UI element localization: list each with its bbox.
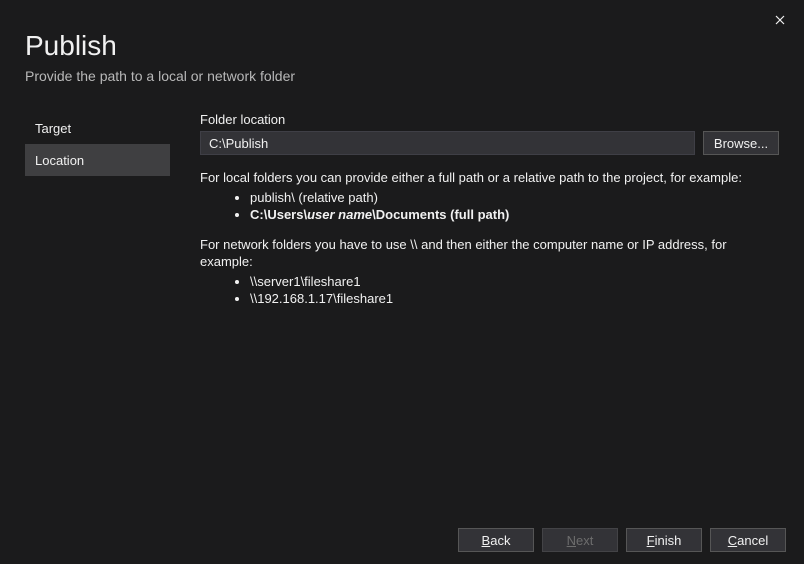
help-local-example-full: C:\Users\user name\Documents (full path) <box>250 206 779 224</box>
close-button[interactable] <box>768 8 792 32</box>
dialog-title: Publish <box>25 30 779 62</box>
sidebar-item-location[interactable]: Location <box>25 144 170 176</box>
help-local-example-relative: publish\ (relative path) <box>250 189 779 207</box>
help-network-intro: For network folders you have to use \\ a… <box>200 236 779 271</box>
sidebar-item-label: Location <box>35 153 84 168</box>
sidebar-item-target[interactable]: Target <box>25 112 170 144</box>
close-icon <box>775 12 785 28</box>
help-network-example-name: \\server1\fileshare1 <box>250 273 779 291</box>
sidebar-item-label: Target <box>35 121 71 136</box>
dialog-header: Publish Provide the path to a local or n… <box>0 0 804 94</box>
cancel-button[interactable]: Cancel <box>710 528 786 552</box>
browse-button[interactable]: Browse... <box>703 131 779 155</box>
dialog-subtitle: Provide the path to a local or network f… <box>25 68 779 84</box>
finish-button[interactable]: Finish <box>626 528 702 552</box>
help-network-example-ip: \\192.168.1.17\fileshare1 <box>250 290 779 308</box>
folder-location-label: Folder location <box>200 112 779 127</box>
back-button[interactable]: Back <box>458 528 534 552</box>
help-text: For local folders you can provide either… <box>200 169 779 308</box>
dialog-footer: Back Next Finish Cancel <box>0 516 804 564</box>
main-panel: Folder location Browse... For local fold… <box>170 112 779 320</box>
wizard-steps-sidebar: Target Location <box>25 112 170 320</box>
help-local-intro: For local folders you can provide either… <box>200 169 779 187</box>
next-button: Next <box>542 528 618 552</box>
folder-location-input[interactable] <box>200 131 695 155</box>
